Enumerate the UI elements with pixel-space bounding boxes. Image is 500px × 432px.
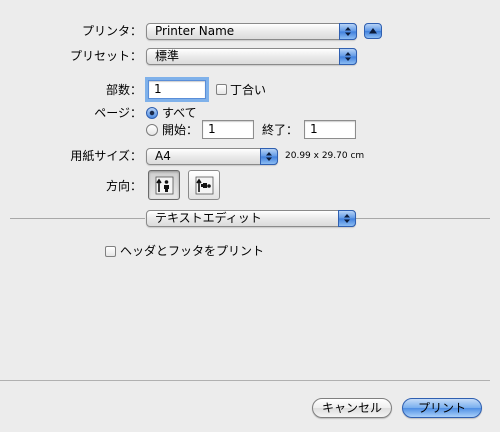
printer-label: プリンタ： [81,24,142,38]
paper-size-label: 用紙サイズ： [70,149,142,163]
collated-label: 丁合い [230,83,267,97]
portrait-orientation-icon [155,176,174,195]
updown-arrows-icon [339,48,357,65]
paper-dimensions: 20.99 x 29.70 cm [285,151,365,161]
orientation-label: 方向： [105,179,142,193]
paper-size-popup[interactable]: A4 [146,148,278,165]
presets-label: プリセット： [69,49,142,63]
pages-label: ページ： [94,106,142,120]
bottom-divider [0,380,490,381]
presets-popup[interactable]: 標準 [146,48,357,65]
printer-popup[interactable]: Printer Name [146,23,357,40]
pages-to-field[interactable]: 1 [304,120,356,139]
copies-label: 部数： [105,83,142,97]
section-divider-right [356,218,490,219]
updown-arrows-icon [339,23,357,40]
print-button[interactable]: プリント [402,398,482,418]
pages-from-label: 開始： [162,123,199,137]
printer-popup-value: Printer Name [155,24,235,38]
landscape-orientation-button[interactable] [188,170,220,200]
pages-all-radio[interactable] [146,107,158,119]
pages-from-field[interactable]: 1 [202,120,254,139]
pages-all-label: すべて [162,106,197,120]
disclosure-up-icon[interactable] [364,23,382,39]
header-footer-label: ヘッダとフッタをプリント [120,244,265,258]
pages-range-radio[interactable] [146,124,158,136]
paper-size-popup-value: A4 [155,149,171,163]
header-footer-checkbox[interactable] [105,246,116,257]
pages-to-label: 終了： [262,123,299,137]
section-popup-value: テキストエディット [155,211,262,225]
updown-arrows-icon [338,210,356,227]
presets-popup-value: 標準 [155,49,180,63]
section-divider-left [10,218,145,219]
collated-checkbox[interactable] [216,84,227,95]
copies-field[interactable]: 1 [148,80,206,99]
section-popup[interactable]: テキストエディット [146,210,356,227]
portrait-orientation-button[interactable] [148,170,180,200]
updown-arrows-icon [260,148,278,165]
landscape-orientation-icon [195,176,214,195]
cancel-button[interactable]: キャンセル [312,398,392,418]
